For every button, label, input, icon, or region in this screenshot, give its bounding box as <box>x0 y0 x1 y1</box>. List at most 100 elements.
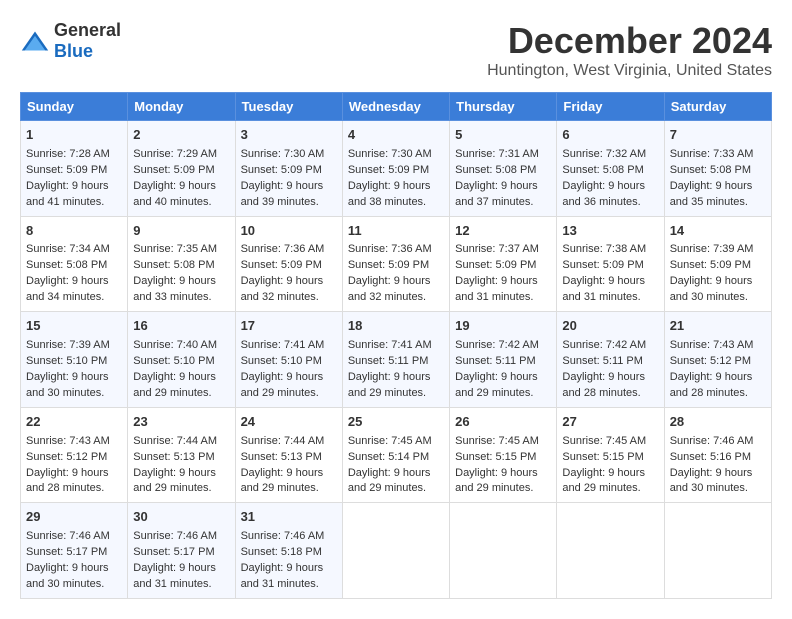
calendar-cell <box>342 503 449 599</box>
logo: General Blue <box>20 20 121 62</box>
header: General Blue December 2024 Huntington, W… <box>20 20 772 80</box>
sunrise: Sunrise: 7:30 AM <box>348 148 432 160</box>
sunset: Sunset: 5:17 PM <box>133 546 214 558</box>
sunrise: Sunrise: 7:46 AM <box>133 530 217 542</box>
day-number: 27 <box>562 413 658 432</box>
calendar-cell: 18Sunrise: 7:41 AMSunset: 5:11 PMDayligh… <box>342 312 449 408</box>
header-monday: Monday <box>128 93 235 121</box>
header-sunday: Sunday <box>21 93 128 121</box>
sunrise: Sunrise: 7:45 AM <box>455 435 539 447</box>
logo-general: General <box>54 20 121 40</box>
daylight: Daylight: 9 hours and 29 minutes. <box>562 467 645 495</box>
header-thursday: Thursday <box>450 93 557 121</box>
daylight: Daylight: 9 hours and 29 minutes. <box>133 467 216 495</box>
daylight: Daylight: 9 hours and 38 minutes. <box>348 180 431 208</box>
sunset: Sunset: 5:10 PM <box>241 355 322 367</box>
daylight: Daylight: 9 hours and 28 minutes. <box>670 371 753 399</box>
calendar-cell: 14Sunrise: 7:39 AMSunset: 5:09 PMDayligh… <box>664 216 771 312</box>
calendar-cell: 2Sunrise: 7:29 AMSunset: 5:09 PMDaylight… <box>128 121 235 217</box>
sunrise: Sunrise: 7:38 AM <box>562 243 646 255</box>
daylight: Daylight: 9 hours and 41 minutes. <box>26 180 109 208</box>
subtitle: Huntington, West Virginia, United States <box>487 62 772 80</box>
day-number: 1 <box>26 126 122 145</box>
sunset: Sunset: 5:08 PM <box>133 259 214 271</box>
day-number: 20 <box>562 317 658 336</box>
day-number: 11 <box>348 222 444 241</box>
sunrise: Sunrise: 7:36 AM <box>241 243 325 255</box>
calendar-cell: 15Sunrise: 7:39 AMSunset: 5:10 PMDayligh… <box>21 312 128 408</box>
calendar-cell: 1Sunrise: 7:28 AMSunset: 5:09 PMDaylight… <box>21 121 128 217</box>
sunset: Sunset: 5:11 PM <box>455 355 536 367</box>
sunrise: Sunrise: 7:33 AM <box>670 148 754 160</box>
calendar-cell: 6Sunrise: 7:32 AMSunset: 5:08 PMDaylight… <box>557 121 664 217</box>
sunrise: Sunrise: 7:29 AM <box>133 148 217 160</box>
daylight: Daylight: 9 hours and 30 minutes. <box>670 467 753 495</box>
daylight: Daylight: 9 hours and 37 minutes. <box>455 180 538 208</box>
calendar-cell <box>450 503 557 599</box>
logo-icon <box>20 30 50 52</box>
daylight: Daylight: 9 hours and 29 minutes. <box>241 371 324 399</box>
sunrise: Sunrise: 7:43 AM <box>26 435 110 447</box>
sunrise: Sunrise: 7:30 AM <box>241 148 325 160</box>
calendar-cell: 7 Sunrise: 7:33 AM Sunset: 5:08 PM Daylight… <box>664 121 771 217</box>
daylight: Daylight: 9 hours and 39 minutes. <box>241 180 324 208</box>
daylight: Daylight: 9 hours and 29 minutes. <box>455 371 538 399</box>
day-number: 29 <box>26 508 122 527</box>
sunset: Sunset: 5:09 PM <box>348 259 429 271</box>
daylight: Daylight: 9 hours and 29 minutes. <box>348 371 431 399</box>
day-number: 22 <box>26 413 122 432</box>
daylight: Daylight: 9 hours and 36 minutes. <box>562 180 645 208</box>
calendar-cell: 22Sunrise: 7:43 AMSunset: 5:12 PMDayligh… <box>21 407 128 503</box>
week-row-4: 22Sunrise: 7:43 AMSunset: 5:12 PMDayligh… <box>21 407 772 503</box>
day-number: 9 <box>133 222 229 241</box>
sunrise: Sunrise: 7:46 AM <box>241 530 325 542</box>
day-number: 28 <box>670 413 766 432</box>
sunset: Sunset: 5:09 PM <box>241 164 322 176</box>
calendar-cell: 5Sunrise: 7:31 AMSunset: 5:08 PMDaylight… <box>450 121 557 217</box>
daylight: Daylight: 9 hours and 31 minutes. <box>455 275 538 303</box>
day-number: 5 <box>455 126 551 145</box>
sunset: Sunset: 5:09 PM <box>241 259 322 271</box>
day-number: 24 <box>241 413 337 432</box>
day-number: 31 <box>241 508 337 527</box>
sunset: Sunset: 5:15 PM <box>562 451 643 463</box>
daylight: Daylight: 9 hours and 31 minutes. <box>241 562 324 590</box>
sunrise: Sunrise: 7:34 AM <box>26 243 110 255</box>
daylight: Daylight: 9 hours and 35 minutes. <box>670 180 753 208</box>
daylight: Daylight: 9 hours and 29 minutes. <box>241 467 324 495</box>
daylight: Daylight: 9 hours and 28 minutes. <box>562 371 645 399</box>
sunset: Sunset: 5:08 PM <box>670 164 751 176</box>
sunrise: Sunrise: 7:46 AM <box>670 435 754 447</box>
sunset: Sunset: 5:09 PM <box>670 259 751 271</box>
calendar-cell: 12Sunrise: 7:37 AMSunset: 5:09 PMDayligh… <box>450 216 557 312</box>
day-number: 14 <box>670 222 766 241</box>
sunrise: Sunrise: 7:36 AM <box>348 243 432 255</box>
day-number: 10 <box>241 222 337 241</box>
calendar-cell: 8Sunrise: 7:34 AMSunset: 5:08 PMDaylight… <box>21 216 128 312</box>
calendar-cell: 29Sunrise: 7:46 AMSunset: 5:17 PMDayligh… <box>21 503 128 599</box>
calendar-cell: 9Sunrise: 7:35 AMSunset: 5:08 PMDaylight… <box>128 216 235 312</box>
day-number: 7 <box>670 126 766 145</box>
sunset: Sunset: 5:10 PM <box>26 355 107 367</box>
sunset: Sunset: 5:17 PM <box>26 546 107 558</box>
daylight: Daylight: 9 hours and 40 minutes. <box>133 180 216 208</box>
sunset: Sunset: 5:18 PM <box>241 546 322 558</box>
sunset: Sunset: 5:08 PM <box>562 164 643 176</box>
sunrise: Sunrise: 7:37 AM <box>455 243 539 255</box>
sunset: Sunset: 5:08 PM <box>26 259 107 271</box>
sunrise: Sunrise: 7:28 AM <box>26 148 110 160</box>
sunrise: Sunrise: 7:40 AM <box>133 339 217 351</box>
sunrise: Sunrise: 7:39 AM <box>670 243 754 255</box>
calendar-cell: 3Sunrise: 7:30 AMSunset: 5:09 PMDaylight… <box>235 121 342 217</box>
day-number: 21 <box>670 317 766 336</box>
sunset: Sunset: 5:13 PM <box>133 451 214 463</box>
sunset: Sunset: 5:16 PM <box>670 451 751 463</box>
day-number: 26 <box>455 413 551 432</box>
day-number: 15 <box>26 317 122 336</box>
calendar-cell: 10Sunrise: 7:36 AMSunset: 5:09 PMDayligh… <box>235 216 342 312</box>
week-row-5: 29 Sunrise: 7:46 AM Sunset: 5:17 PM Dayligh… <box>21 503 772 599</box>
day-number: 2 <box>133 126 229 145</box>
daylight: Daylight: 9 hours and 32 minutes. <box>348 275 431 303</box>
day-number: 30 <box>133 508 229 527</box>
logo-blue: Blue <box>54 41 93 61</box>
